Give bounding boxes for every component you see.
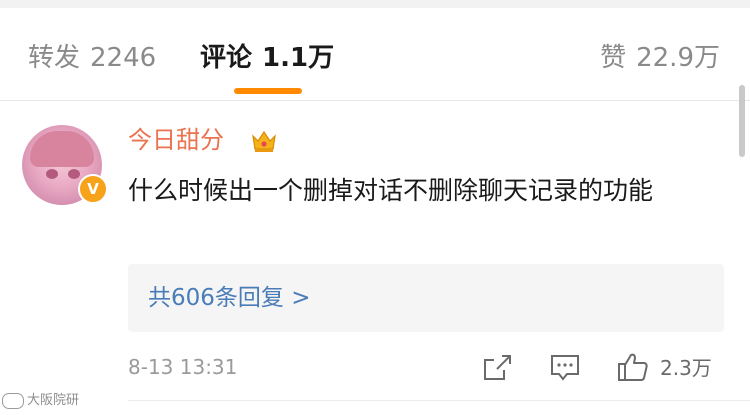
active-tab-indicator bbox=[234, 88, 302, 94]
tab-comments[interactable]: 评论 1.1万 bbox=[200, 40, 334, 76]
tab-divider bbox=[0, 100, 750, 101]
replies-box[interactable]: 共606条回复 > bbox=[128, 264, 724, 332]
scrollbar[interactable] bbox=[739, 85, 745, 157]
avatar-eye-left bbox=[46, 169, 58, 179]
tab-repost-count: 2246 bbox=[90, 43, 157, 73]
tab-bar: 转发 2246 评论 1.1万 赞 22.9万 bbox=[0, 8, 750, 100]
tab-comments-count: 1.1万 bbox=[262, 43, 335, 73]
comment-username[interactable]: 今日甜分 bbox=[128, 124, 224, 156]
comment-text: 什么时候出一个删掉对话不删除聊天记录的功能 bbox=[128, 176, 654, 205]
like-button[interactable]: 2.3万 bbox=[614, 349, 734, 385]
share-icon[interactable] bbox=[480, 349, 514, 385]
comment-timestamp: 8-13 13:31 bbox=[128, 355, 238, 379]
tab-likes[interactable]: 赞 22.9万 bbox=[600, 40, 720, 76]
crown-vip-icon bbox=[252, 130, 276, 152]
tab-repost-label: 转发 bbox=[28, 43, 81, 73]
like-count: 2.3万 bbox=[660, 356, 712, 380]
tab-likes-label: 赞 bbox=[600, 43, 627, 73]
avatar-hair bbox=[30, 131, 94, 167]
avatar-eye-right bbox=[68, 169, 80, 179]
tab-repost[interactable]: 转发 2246 bbox=[28, 40, 156, 76]
watermark-text: 大阪院研 bbox=[27, 393, 80, 408]
view-replies-link[interactable]: 共606条回复 > bbox=[148, 281, 310, 315]
tab-comments-label: 评论 bbox=[200, 43, 253, 73]
watermark-logo-icon bbox=[2, 392, 24, 409]
top-strip bbox=[0, 0, 750, 8]
thumbs-up-icon bbox=[618, 353, 648, 381]
watermark: 大阪院研 bbox=[2, 390, 79, 412]
comment-icon[interactable] bbox=[548, 349, 582, 385]
comment-divider bbox=[128, 400, 750, 401]
verified-badge-icon: V bbox=[78, 174, 108, 204]
tab-likes-count: 22.9万 bbox=[636, 43, 720, 73]
